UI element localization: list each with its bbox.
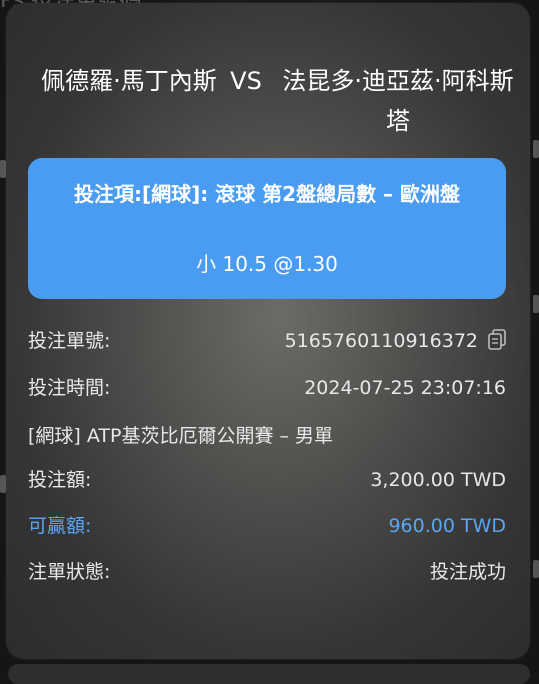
- bet-receipt-card: 佩德羅·馬丁內斯 VS 法昆多·迪亞茲·阿科斯塔 投注項:[網球]: 滾球 第2…: [6, 3, 530, 659]
- background-edge-mark: [533, 295, 539, 313]
- stake-label: 投注額:: [28, 469, 92, 491]
- bet-time-label: 投注時間:: [28, 377, 111, 399]
- background-edge-mark: [533, 140, 539, 158]
- away-team-name: 法昆多·迪亞茲·阿科斯塔: [282, 67, 514, 135]
- bet-time-row: 投注時間: 2024-07-25 23:07:16: [28, 373, 506, 403]
- copy-icon[interactable]: [488, 329, 506, 351]
- league-name: [網球] ATP基茨比厄爾公開賽 – 男單: [28, 425, 334, 447]
- bet-status-value: 投注成功: [429, 561, 506, 583]
- potential-win-value: 960.00 TWD: [388, 515, 506, 537]
- vs-label: VS: [230, 67, 262, 95]
- bet-selection-odds: 小 10.5 @1.30: [196, 252, 338, 276]
- next-card-edge: [8, 664, 530, 684]
- bet-time-value: 2024-07-25 23:07:16: [304, 377, 506, 399]
- bet-number-row: 投注單號: 5165760110916372: [28, 326, 506, 356]
- bet-status-row: 注單狀態: 投注成功: [28, 557, 506, 587]
- bet-market-title: 投注項:[網球]: 滾球 第2盤總局數 – 歐洲盤: [73, 182, 461, 206]
- bet-status-label: 注單狀態:: [28, 561, 111, 583]
- bet-selection-box: 投注項:[網球]: 滾球 第2盤總局數 – 歐洲盤 小 10.5 @1.30: [28, 158, 506, 299]
- match-header: 佩德羅·馬丁內斯 VS 法昆多·迪亞茲·阿科斯塔: [34, 61, 514, 147]
- potential-win-label: 可贏額:: [28, 515, 92, 537]
- background-edge-mark: [533, 560, 539, 578]
- potential-win-row: 可贏額: 960.00 TWD: [28, 511, 506, 541]
- bet-number-label: 投注單號:: [28, 330, 111, 352]
- stake-row: 投注額: 3,200.00 TWD: [28, 465, 506, 495]
- stake-value: 3,200.00 TWD: [370, 469, 506, 491]
- bet-number-value: 5165760110916372: [284, 330, 478, 352]
- home-team-name: 佩德羅·馬丁內斯: [41, 67, 217, 95]
